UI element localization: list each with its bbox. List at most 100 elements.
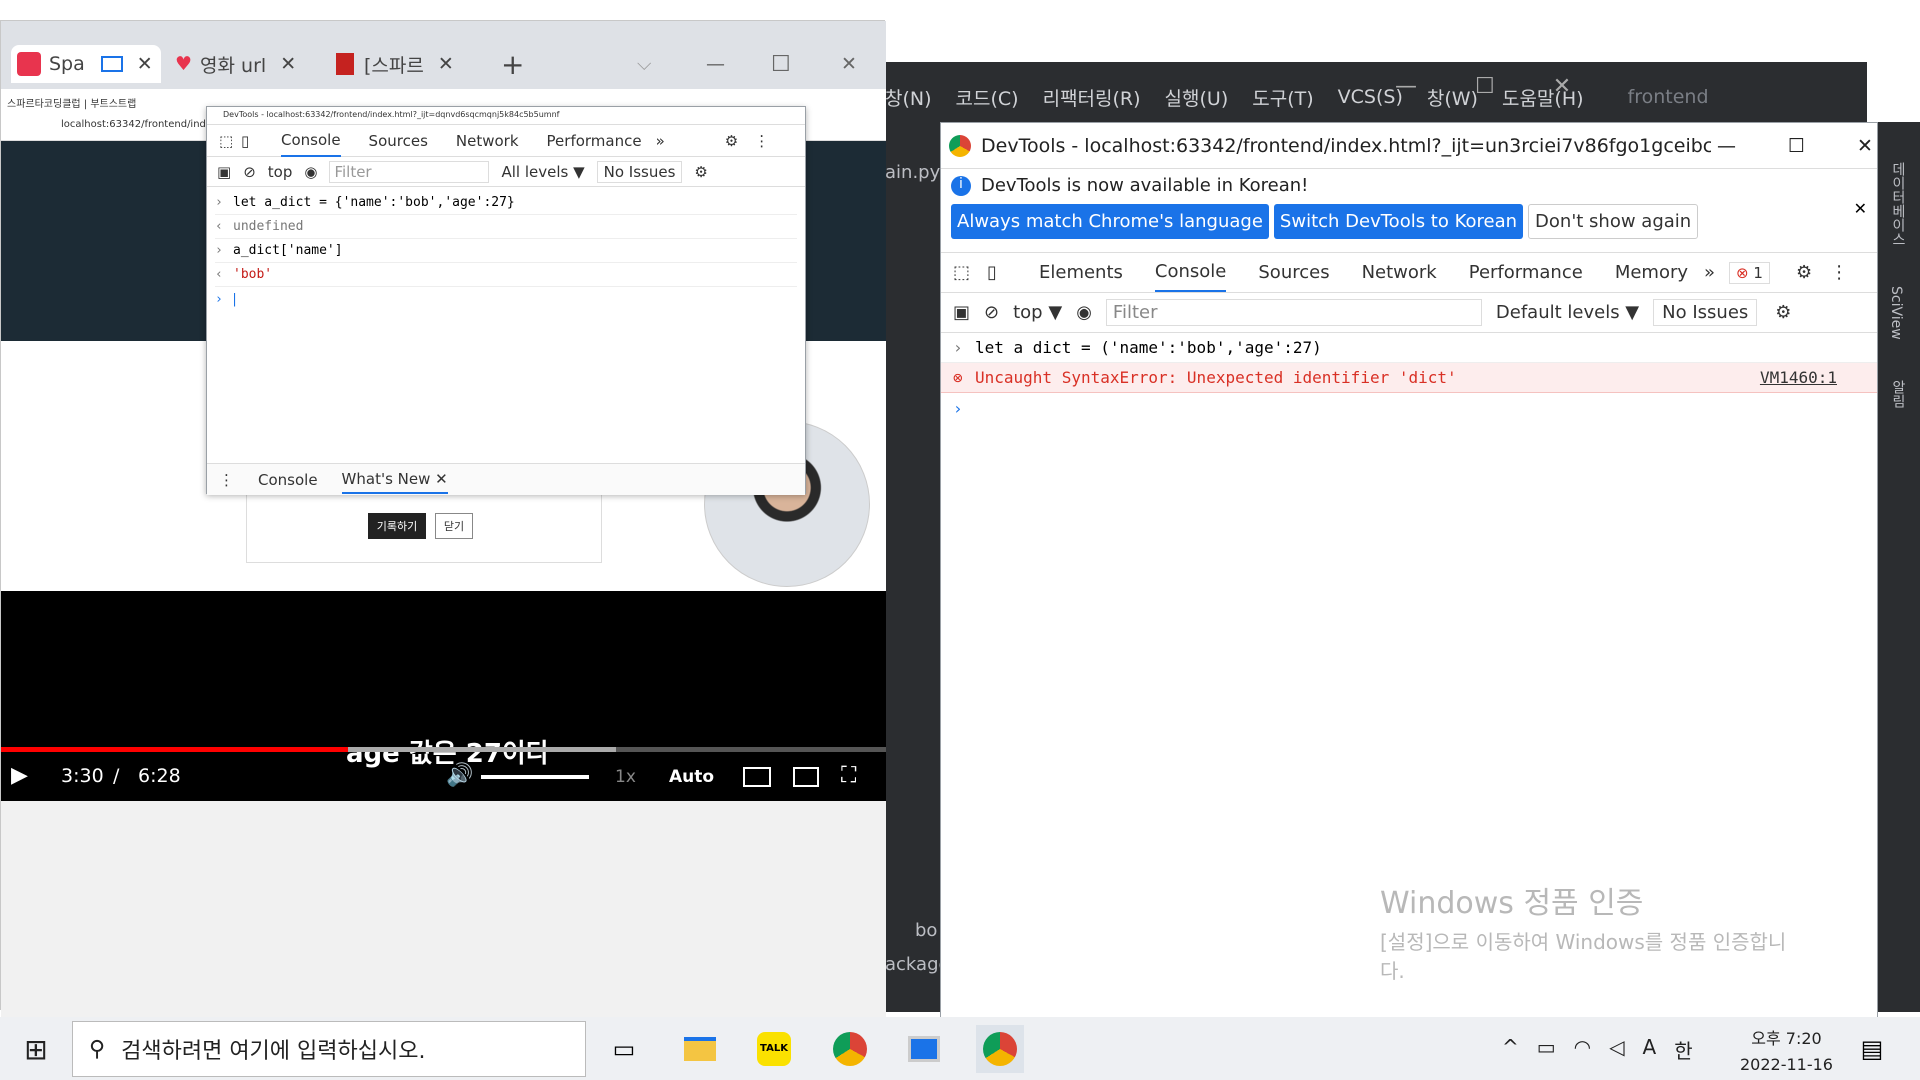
windows-start-icon[interactable]: ⊞ [12,1025,60,1073]
minimize-icon[interactable]: — [1395,74,1417,99]
sidebar-toggle-icon[interactable]: ▣ [217,163,231,181]
maximize-icon[interactable]: ☐ [771,45,791,83]
console-prompt[interactable]: › [941,393,1877,423]
drawer-menu-icon[interactable]: ⋮ [219,471,234,489]
menu-item[interactable]: 리팩터링(R) [1043,84,1141,111]
error-badge[interactable]: ⊗ 1 [1729,261,1770,284]
ime-mode[interactable]: A [1643,1035,1657,1064]
levels-select[interactable]: All levels ▼ [501,163,584,181]
sciview-panel-label[interactable]: SciView [1888,286,1904,340]
gear-icon[interactable]: ⚙ [1796,262,1812,283]
wifi-icon[interactable]: ◠ [1574,1035,1591,1064]
sidebar-toggle-icon[interactable]: ▣ [953,302,970,323]
infobar-close-icon[interactable]: ✕ [1854,199,1867,218]
menu-item[interactable]: 도구(T) [1252,84,1313,111]
tab-close-icon[interactable]: ✕ [438,53,454,75]
browser-tab[interactable]: ♥ 영화 url ✕ [173,45,313,83]
more-tabs-icon[interactable]: » [656,132,665,150]
task-view-icon[interactable]: ▭ [600,1025,648,1073]
close-icon[interactable]: ✕ [1857,135,1873,157]
switch-korean-button[interactable]: Switch DevTools to Korean [1273,204,1524,239]
issues-button[interactable]: No Issues [596,160,683,183]
volume-icon[interactable]: 🔊 [446,763,473,788]
app-window-icon[interactable] [900,1025,948,1073]
menu-item[interactable]: 코드(C) [956,84,1019,111]
tree-item[interactable]: bo [915,920,937,941]
browser-tab[interactable]: Spa ✕ [11,45,161,83]
inspect-icon[interactable]: ⬚ [953,262,987,283]
gear-icon[interactable]: ⚙ [725,132,738,150]
chrome-active-icon[interactable] [976,1025,1024,1073]
minimize-icon[interactable]: — [706,45,725,83]
match-language-button[interactable]: Always match Chrome's language [951,204,1269,239]
chevron-down-icon[interactable]: ⌵ [637,45,651,83]
play-icon[interactable]: ▶ [11,763,28,788]
filter-input[interactable]: Filter [329,160,490,183]
eye-icon[interactable]: ◉ [1076,302,1092,323]
device-icon[interactable]: ▯ [241,132,281,150]
console-prompt[interactable]: › | [215,287,797,311]
maximize-icon[interactable]: ☐ [1475,74,1495,99]
ime-hangul[interactable]: 한 [1674,1035,1692,1064]
tab-memory[interactable]: Memory [1615,262,1688,283]
issues-button[interactable]: No Issues [1653,299,1758,326]
minimize-icon[interactable]: — [1717,135,1736,157]
levels-select[interactable]: Default levels ▼ [1496,302,1639,323]
dont-show-button[interactable]: Don't show again [1528,204,1699,239]
video-player[interactable]: age 값은 27이다 ▶ 3:30 / 6:28 🔊 1x Auto ⛶ [1,591,886,801]
more-tabs-icon[interactable]: » [1704,262,1715,283]
kakaotalk-icon[interactable]: TALK [750,1025,798,1073]
context-select[interactable]: top [268,163,293,181]
tab-sources[interactable]: Sources [369,132,428,150]
tab-console[interactable]: Console [1154,253,1227,292]
fullscreen-icon[interactable]: ⛶ [841,763,856,788]
chevron-up-icon[interactable]: ^ [1502,1035,1519,1064]
tab-console[interactable]: Console [281,125,341,157]
tab-network[interactable]: Network [1362,262,1437,283]
notifications-panel-label[interactable]: 알림 [1888,380,1908,408]
file-explorer-icon[interactable] [676,1025,724,1073]
tab-network[interactable]: Network [456,132,519,150]
tab-close-icon[interactable]: ✕ [280,53,296,75]
eye-icon[interactable]: ◉ [304,163,317,181]
close-icon[interactable]: ✕ [841,45,857,83]
gear-icon[interactable]: ⚙ [694,163,707,181]
speed-label[interactable]: 1x [615,767,636,787]
tab-performance[interactable]: Performance [1469,262,1583,283]
drawer-tab-console[interactable]: Console [258,471,318,489]
browser-tab[interactable]: [스파르 ✕ [336,45,476,83]
clear-console-icon[interactable]: ⊘ [243,163,256,181]
tab-elements[interactable]: Elements [1039,262,1123,283]
volume-slider[interactable] [481,775,589,779]
filter-input[interactable]: Filter [1105,299,1482,326]
inspect-icon[interactable]: ⬚ [219,132,241,150]
drawer-tab-whats-new[interactable]: What's New ✕ [341,466,448,494]
close-button[interactable]: 닫기 [435,513,473,539]
captions-icon[interactable] [743,767,771,787]
progress-track[interactable] [1,747,886,752]
database-panel-label[interactable]: 데이터베이스 [1888,162,1908,246]
close-icon[interactable]: ✕ [1553,74,1571,99]
save-button[interactable]: 기록하기 [368,513,426,539]
new-tab-button[interactable]: + [501,45,524,83]
menu-item[interactable]: 실행(U) [1165,84,1229,111]
theater-mode-icon[interactable] [793,767,819,787]
chrome-icon[interactable] [826,1025,874,1073]
speaker-icon[interactable]: ◁ [1609,1035,1624,1064]
clock[interactable]: 오후 7:20 2022-11-16 [1740,1025,1833,1074]
kebab-icon[interactable]: ⋮ [754,132,769,150]
tab-performance[interactable]: Performance [547,132,642,150]
device-icon[interactable]: ▯ [987,262,1039,283]
battery-icon[interactable]: ▭ [1537,1035,1556,1064]
quality-label[interactable]: Auto [669,767,714,787]
editor-tab[interactable]: ain.py [885,162,940,183]
clear-console-icon[interactable]: ⊘ [984,302,999,323]
gear-icon[interactable]: ⚙ [1775,302,1791,323]
tab-sources[interactable]: Sources [1258,262,1329,283]
kebab-icon[interactable]: ⋮ [1830,262,1848,283]
menu-item[interactable]: 창(N) [885,84,932,111]
maximize-icon[interactable]: ☐ [1788,135,1805,157]
tab-close-icon[interactable]: ✕ [137,53,153,75]
error-source-link[interactable]: VM1460:1 [1760,368,1837,387]
notification-icon[interactable]: ▤ [1848,1025,1896,1073]
